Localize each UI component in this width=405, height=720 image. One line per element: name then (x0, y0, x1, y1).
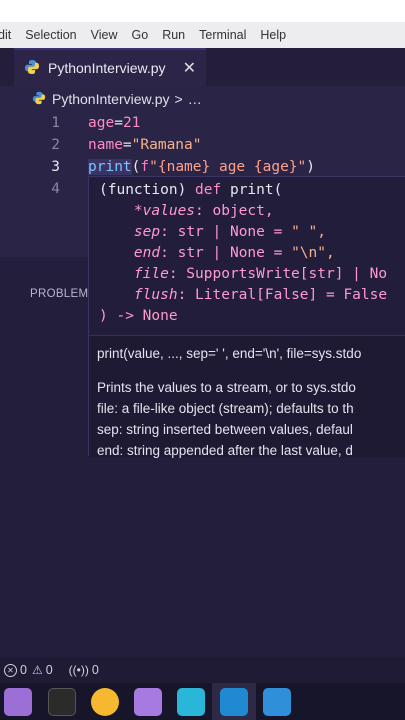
ports-status[interactable]: ((•)) 0 (69, 663, 99, 677)
screenshot-app-icon[interactable] (263, 688, 291, 716)
vscode-icon[interactable] (220, 688, 248, 716)
code-text: age=21 (88, 115, 141, 131)
line-number: 2 (51, 137, 60, 153)
tab-problems[interactable]: PROBLEMS (30, 288, 96, 300)
doc-line: Prints the values to a stream, or to sys… (97, 380, 356, 395)
system-top-bar (0, 0, 405, 22)
function-signature: (function) def print( *values: object, s… (89, 177, 405, 335)
broadcast-icon: ((•)) (68, 663, 89, 677)
tab-label: PythonInterview.py (48, 60, 166, 76)
menu-go[interactable]: Go (132, 28, 149, 42)
error-icon: ✕ (4, 663, 17, 677)
line-number: 3 (51, 159, 60, 175)
code-text: name="Ramana" (88, 137, 202, 153)
terminal-icon[interactable] (48, 688, 76, 716)
sticky-notes-icon[interactable] (91, 688, 119, 716)
line-number: 1 (51, 115, 60, 131)
python-file-icon (24, 59, 40, 78)
breadcrumb-file[interactable]: PythonInterview.py (52, 91, 170, 107)
taskbar (0, 683, 405, 720)
close-tab-icon[interactable]: ✕ (183, 58, 196, 78)
usage-line: print(value, ..., sep=' ', end='\n', fil… (97, 346, 362, 361)
doc-line: end: string appended after the last valu… (97, 443, 353, 458)
breadcrumb: PythonInterview.py > … (0, 86, 405, 112)
menu-view[interactable]: View (91, 28, 118, 42)
python-file-icon (32, 91, 46, 108)
menu-help[interactable]: Help (260, 28, 286, 42)
code-line: 1 age=21 (0, 112, 405, 134)
menu-edit[interactable]: dit (0, 28, 11, 42)
doc-line: sep: string inserted between values, def… (97, 422, 353, 437)
code-line: 2 name="Ramana" (0, 134, 405, 156)
menu-terminal[interactable]: Terminal (199, 28, 246, 42)
code-text: print(f"{name} age {age}") (88, 159, 315, 175)
warning-icon: ⚠ (31, 663, 43, 677)
editor-pen-icon[interactable] (177, 688, 205, 716)
breadcrumb-symbols[interactable]: … (188, 91, 202, 107)
hover-tooltip: (function) def print( *values: object, s… (88, 176, 405, 458)
status-bar: ✕ 0 ⚠ 0 ((•)) 0 (0, 657, 405, 683)
editor-tab-bar: PythonInterview.py ✕ (0, 48, 405, 86)
files-folder-icon[interactable] (4, 688, 32, 716)
tab-python-interview[interactable]: PythonInterview.py ✕ (14, 48, 206, 86)
menu-run[interactable]: Run (162, 28, 185, 42)
breadcrumb-separator: > (174, 91, 183, 107)
folder-icon[interactable] (134, 688, 162, 716)
code-line-active: 3 print(f"{name} age {age}") (0, 156, 405, 178)
line-number: 4 (51, 181, 60, 197)
menu-bar: dit Selection View Go Run Terminal Help (0, 22, 405, 48)
menu-selection[interactable]: Selection (25, 28, 76, 42)
function-docstring: print(value, ..., sep=' ', end='\n', fil… (89, 335, 405, 458)
doc-line: file: a file-like object (stream); defau… (97, 401, 354, 416)
problems-status[interactable]: ✕ 0 ⚠ 0 (4, 663, 53, 677)
